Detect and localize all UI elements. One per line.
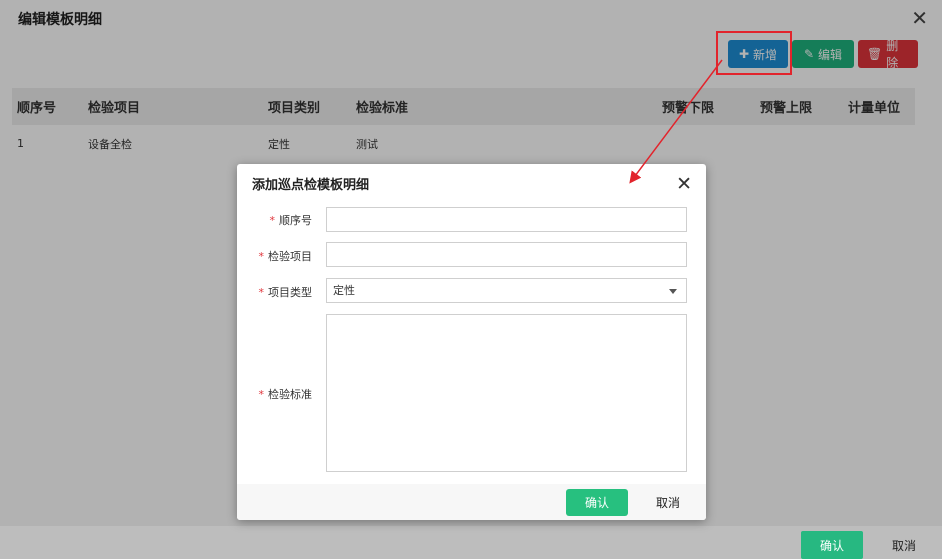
annotation-arrow xyxy=(629,59,723,184)
